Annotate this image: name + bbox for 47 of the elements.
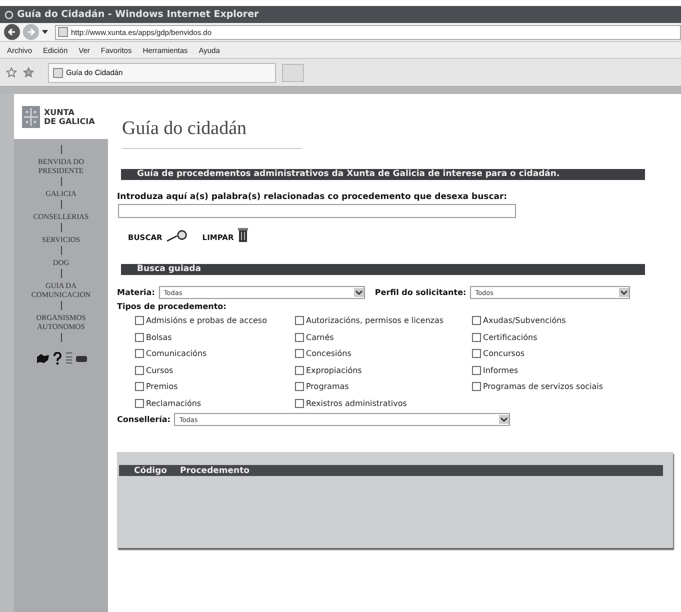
chevron-icon — [354, 288, 364, 297]
checkbox[interactable]: Cursos — [135, 364, 295, 377]
window-title: Guía do Cidadán - Windows Internet Explorer — [17, 9, 259, 20]
section-header: Busca guiada — [121, 264, 645, 275]
search-field[interactable] — [118, 204, 516, 218]
field-label: Materia: — [117, 288, 155, 297]
checkbox[interactable]: Programas de servizos sociais — [472, 380, 652, 394]
column-header: Procedemento — [180, 466, 250, 476]
chevron-icon — [619, 288, 630, 297]
dropdown-icon[interactable] — [42, 30, 48, 34]
checkbox[interactable]: Programas — [295, 380, 472, 394]
checkbox[interactable]: Axudas/Subvencións — [472, 314, 652, 328]
checkbox[interactable]: Reclamacións — [135, 396, 295, 410]
column-header: Código — [134, 466, 167, 476]
field-label: Tipos de procedemento: — [117, 302, 228, 311]
coat-of-arms-icon — [22, 106, 40, 128]
checkbox[interactable]: Admisións e probas de acceso — [135, 314, 295, 328]
section-header: Guía de procedementos administrativos da Xunta de Galicia de interese para o cidadán. — [121, 169, 645, 180]
page-title: Guía do cidadán — [122, 118, 248, 140]
checkbox[interactable]: Concesións — [295, 347, 472, 360]
checkbox[interactable]: Autorizacións, permisos e licenzas — [295, 314, 472, 328]
checkbox[interactable]: Bolsas — [135, 330, 295, 344]
checkbox[interactable]: Carnés — [295, 330, 472, 344]
logo-text: XUNTA — [44, 108, 76, 116]
checkbox[interactable]: Expropiacións — [295, 364, 472, 377]
field-label: Perfil do solicitante: — [374, 288, 466, 297]
checkbox[interactable]: Comunicacións — [135, 347, 295, 360]
field-label: Consellería: — [117, 415, 170, 424]
page-icon — [58, 27, 68, 37]
back-arrow-icon — [7, 27, 17, 37]
add-favorite-icon[interactable] — [23, 67, 34, 78]
help-icon[interactable] — [52, 352, 62, 365]
checkbox[interactable]: Premios — [135, 380, 295, 394]
forward-arrow-icon — [26, 27, 36, 37]
checkbox[interactable]: Certificacións — [472, 330, 652, 344]
browser-icon — [4, 10, 14, 20]
checkbox[interactable]: Concursos — [472, 347, 652, 360]
chevron-icon — [499, 415, 510, 424]
logo-text: DE GALICIA — [44, 116, 95, 126]
page-icon — [53, 68, 63, 78]
trash-can-icon[interactable] — [238, 228, 248, 242]
checkbox[interactable]: Rexistros administrativos — [295, 396, 472, 410]
search-label: Introduza aquí a(s) palabra(s) relacionadas co procedemento que desexa buscar: — [117, 192, 508, 202]
star-icon[interactable] — [6, 67, 17, 78]
checkbox[interactable]: Informes — [472, 364, 652, 377]
map-icon[interactable] — [36, 353, 50, 364]
back-button[interactable] — [4, 24, 20, 40]
